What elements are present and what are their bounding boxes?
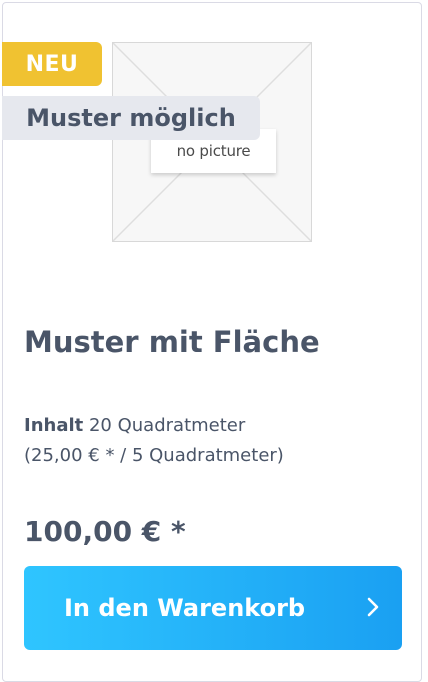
chevron-right-icon — [367, 597, 379, 617]
product-image[interactable]: no picture — [112, 42, 312, 242]
new-badge: NEU — [2, 42, 102, 86]
add-to-cart-button[interactable]: In den Warenkorb — [24, 566, 402, 650]
product-title[interactable]: Muster mit Fläche — [24, 320, 320, 364]
content-info: Inhalt 20 Quadratmeter — [24, 412, 245, 440]
unit-price: (25,00 € * / 5 Quadratmeter) — [24, 445, 284, 466]
content-label: Inhalt — [24, 415, 84, 436]
content-value: 20 Quadratmeter — [88, 415, 246, 436]
sample-available-badge: Muster möglich — [2, 96, 260, 140]
add-to-cart-label: In den Warenkorb — [64, 594, 306, 622]
product-price: 100,00 € * — [24, 515, 186, 548]
